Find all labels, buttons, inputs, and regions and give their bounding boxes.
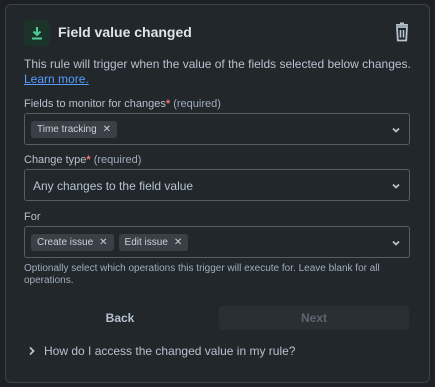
for-label: For [24,211,41,223]
chip-label: Time tracking [37,124,97,135]
fields-to-monitor-label: Fields to monitor for changes* (required… [24,98,221,110]
trigger-description: This rule will trigger when the value of… [24,57,416,87]
label-text: Fields to monitor for changes [24,98,166,110]
chip-label: Edit issue [124,237,168,248]
remove-chip-icon[interactable]: ✕ [174,237,182,248]
label-text: For [24,211,41,223]
trigger-config-panel: Field value changed This rule will trigg… [5,4,430,383]
next-button[interactable]: Next [219,306,409,330]
panel-title: Field value changed [58,24,192,40]
chip-label: Create issue [37,237,94,248]
required-hint: (required) [93,154,142,166]
faq-question: How do I access the changed value in my … [44,344,296,358]
change-type-select[interactable]: Any changes to the field value [24,169,410,201]
chip-create-issue: Create issue ✕ [31,234,114,251]
trash-icon[interactable] [393,22,411,42]
for-operations-select[interactable]: Create issue ✕ Edit issue ✕ [24,226,410,258]
chip-edit-issue: Edit issue ✕ [118,234,189,251]
selected-fields: Time tracking ✕ [31,121,118,138]
field-changed-icon [24,20,50,46]
change-type-value: Any changes to the field value [33,179,194,193]
for-help-text: Optionally select which operations this … [24,263,380,286]
required-hint: (required) [173,98,221,110]
chevron-down-icon [392,183,400,189]
chip-time-tracking: Time tracking ✕ [31,121,118,138]
required-asterisk: * [165,98,171,110]
remove-chip-icon[interactable]: ✕ [99,237,107,248]
label-text: Change type [24,154,87,166]
chevron-right-icon [29,346,35,356]
learn-more-link[interactable]: Learn more. [24,72,89,86]
description-text: This rule will trigger when the value of… [24,57,411,71]
selected-operations: Create issue ✕ Edit issue ✕ [31,234,189,251]
chevron-down-icon [392,127,400,133]
fields-to-monitor-select[interactable]: Time tracking ✕ [24,113,410,145]
change-type-label: Change type* (required) [24,154,141,166]
back-button[interactable]: Back [25,306,215,330]
chevron-down-icon [392,240,400,246]
panel-header: Field value changed [24,20,411,46]
required-asterisk: * [86,154,91,166]
remove-chip-icon[interactable]: ✕ [103,124,111,135]
faq-expander[interactable]: How do I access the changed value in my … [28,344,295,358]
